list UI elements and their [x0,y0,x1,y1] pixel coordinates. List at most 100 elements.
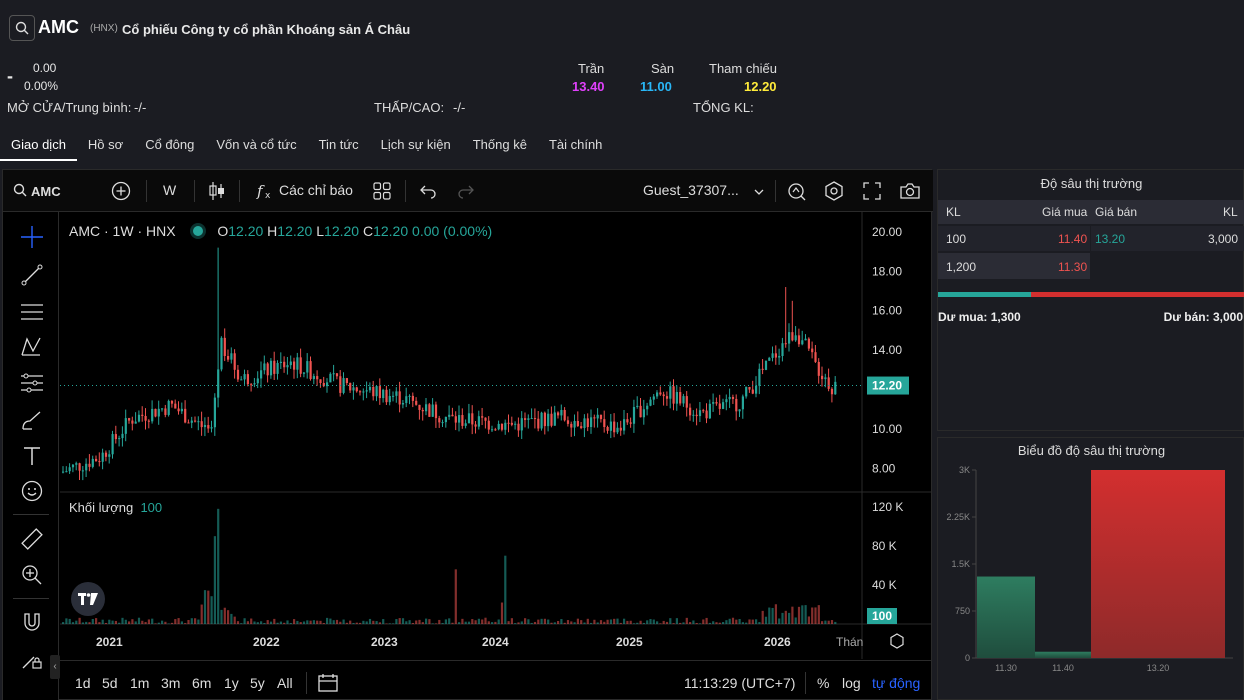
lock-drawing-icon[interactable] [19,646,45,672]
price-chart[interactable]: 20.0018.0016.0014.0012.0010.008.00120 K8… [60,212,932,659]
range-6m[interactable]: 6m [192,675,211,691]
volume-bar [108,619,111,624]
candle-body [758,368,761,386]
volume-bar [649,619,652,624]
fib-lines-icon[interactable] [19,299,45,325]
candle-body [349,383,352,391]
tab-statistics[interactable]: Thống kê [462,133,538,161]
symbol-search-icon[interactable] [13,183,27,200]
zoom-in-icon[interactable] [19,562,45,588]
candle-body [507,422,510,424]
interval-button[interactable]: W [163,182,176,198]
add-symbol-icon[interactable] [111,181,131,204]
volume-bar [273,618,276,624]
candle-body [217,369,220,398]
volume-bar [431,623,434,624]
candle-body [98,461,101,463]
tab-financials[interactable]: Tài chính [538,133,613,161]
tab-profile[interactable]: Hồ sơ [77,133,134,161]
crosshair-icon[interactable] [19,224,45,250]
magnet-icon[interactable] [19,610,45,636]
candle-body [491,429,494,431]
volume-bar [718,622,721,624]
trend-line-icon[interactable] [19,262,45,288]
candle-body [335,373,339,377]
log-scale-button[interactable]: log [842,675,861,691]
candle-body [147,420,150,422]
chart-symbol[interactable]: AMC [31,184,61,199]
candle-type-icon[interactable] [208,181,226,204]
volume-bar [421,622,424,624]
emoji-icon[interactable] [19,478,45,504]
tab-news[interactable]: Tin tức [308,133,370,161]
text-icon[interactable] [19,443,45,469]
candle-body [85,463,88,471]
pattern-icon[interactable] [19,334,45,360]
quick-search-icon[interactable] [787,180,807,205]
percent-scale-button[interactable]: % [817,675,829,691]
redo-icon[interactable] [457,183,475,202]
depth-chart: 3K 2.25K 1.5K 750 0 11.30 11.40 13.20 [946,465,1233,673]
ruler-icon[interactable] [19,526,45,552]
search-button[interactable] [9,15,35,41]
camera-icon[interactable] [899,182,921,203]
clock-time[interactable]: 11:13:29 (UTC+7) [684,675,795,691]
candle-body [728,396,731,400]
tradingview-logo[interactable] [71,582,105,616]
settings-icon[interactable] [824,181,844,204]
candle-body [461,415,464,426]
chevron-down-icon[interactable] [753,185,765,200]
candle-body [210,427,213,429]
candle-body [398,391,401,405]
reference-value: 12.20 [744,79,777,94]
legend-close: 12.20 [373,223,409,239]
volume-bar [494,621,497,624]
volume-bars-group [62,508,837,624]
tab-trading[interactable]: Giao dịch [0,133,77,161]
tab-events[interactable]: Lịch sự kiện [370,133,462,161]
candle-body [114,434,117,440]
calendar-icon[interactable] [318,673,338,696]
prediction-icon[interactable] [19,370,45,396]
undo-icon[interactable] [419,183,437,202]
layout-grid-icon[interactable] [373,182,391,203]
auto-scale-button[interactable]: tự động [872,675,920,691]
candle-body [197,421,200,423]
volume-bar [811,607,814,624]
axis-settings-icon[interactable] [890,633,904,649]
range-all[interactable]: All [277,675,293,691]
indicators-button[interactable]: Các chỉ báo [279,182,353,198]
fullscreen-icon[interactable] [863,182,881,203]
bid-row[interactable]: 100 11.40 [938,226,1090,251]
candle-body [68,467,71,472]
volume-bar [778,618,781,624]
collapse-toolbar-button[interactable]: ‹ [50,655,60,679]
range-1y[interactable]: 1y [224,675,239,691]
ask-row[interactable]: 13.20 3,000 [1091,226,1244,251]
candle-body [596,414,599,419]
candle-body [797,335,801,345]
range-1d[interactable]: 1d [75,675,91,691]
tab-shareholders[interactable]: Cổ đông [134,133,205,161]
candle-body [260,370,263,379]
tab-capital-dividends[interactable]: Vốn và cổ tức [205,133,307,161]
range-5y[interactable]: 5y [250,675,265,691]
volume-bar [326,617,329,624]
range-5d[interactable]: 5d [102,675,118,691]
candle-body [263,363,266,371]
range-3m[interactable]: 3m [161,675,180,691]
legend-high: 12.20 [277,223,313,239]
candle-body [527,418,530,420]
indicators-icon[interactable]: fx [256,182,274,203]
candle-body [332,373,335,375]
user-account[interactable]: Guest_37307... [643,182,739,198]
volume-bar [332,620,335,624]
candle-body [623,419,626,431]
range-1m[interactable]: 1m [130,675,149,691]
brush-icon[interactable] [19,408,45,434]
candle-body [692,414,695,416]
candle-body [613,421,616,433]
volume-bar [223,607,226,624]
bid-row[interactable]: 1,200 11.30 [938,253,1090,279]
volume-bar [458,622,461,624]
